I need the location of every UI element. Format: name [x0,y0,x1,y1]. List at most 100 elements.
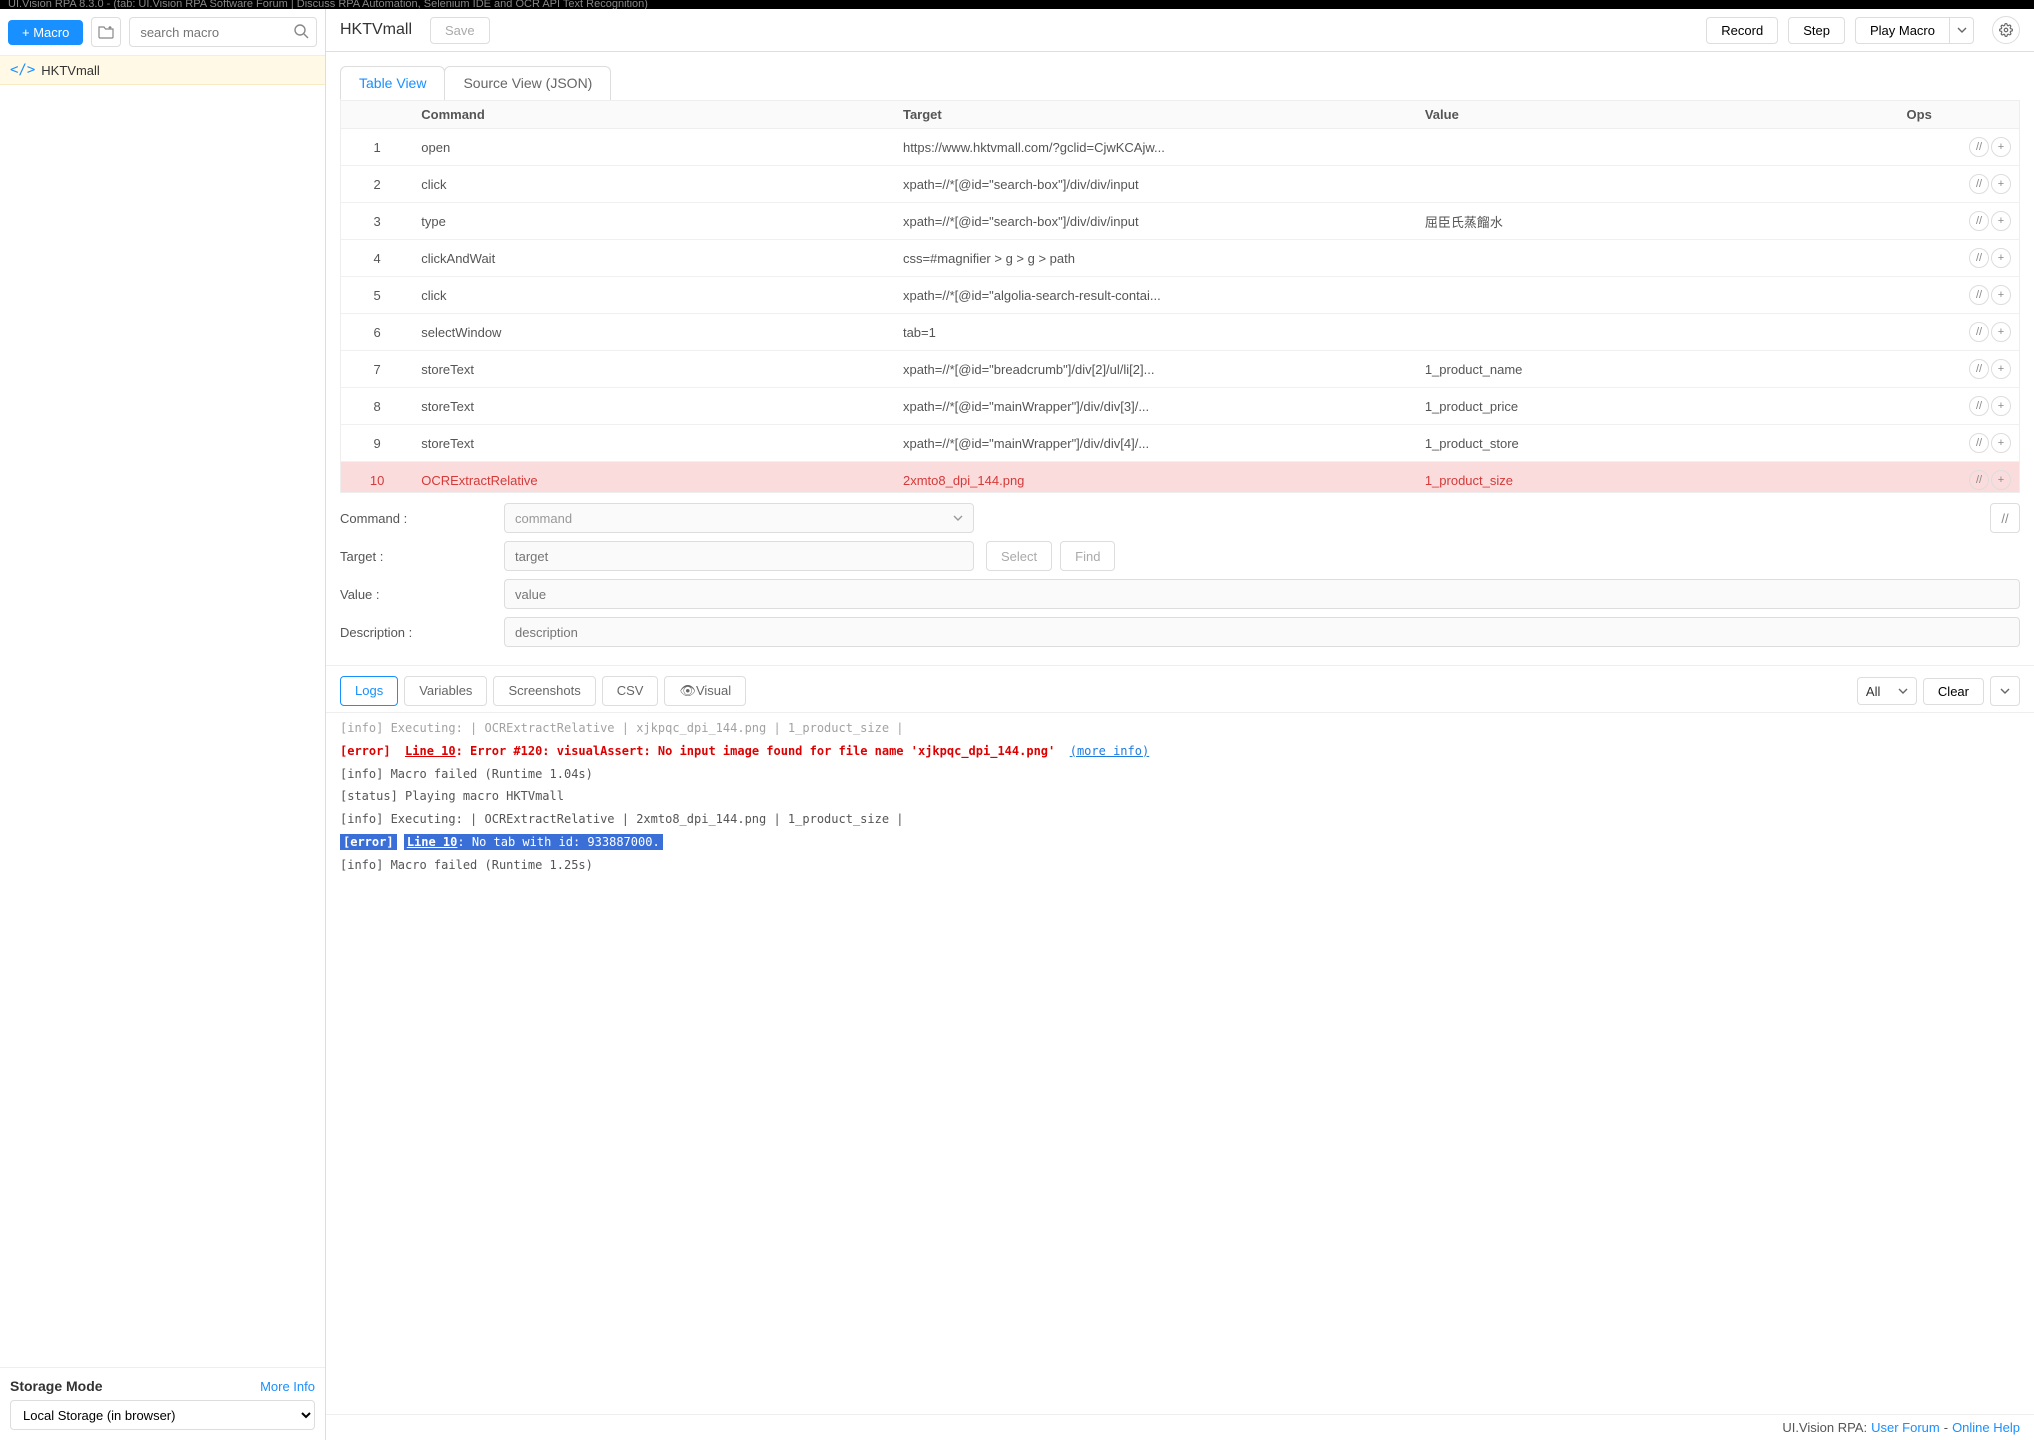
tab-variables[interactable]: Variables [404,676,487,706]
toggle-comment-button[interactable]: // [1969,396,1989,416]
tab-table-view[interactable]: Table View [340,66,445,100]
footer: UI.Vision RPA: User Forum - Online Help [326,1414,2034,1440]
record-button[interactable]: Record [1706,17,1778,44]
toggle-comment-button[interactable]: // [1969,248,1989,268]
add-row-button[interactable]: + [1991,285,2011,305]
tab-source-view[interactable]: Source View (JSON) [444,66,611,100]
row-ops: //+ [1899,129,2019,166]
log-filter-select[interactable]: All [1857,677,1917,705]
add-row-button[interactable]: + [1991,174,2011,194]
add-row-button[interactable]: + [1991,433,2011,453]
command-row[interactable]: 3typexpath=//*[@id="search-box"]/div/div… [341,203,2019,240]
col-ops: Ops [1899,101,2019,129]
row-target: xpath=//*[@id="algolia-search-result-con… [895,277,1417,314]
value-input[interactable] [504,579,2020,609]
more-info-link[interactable]: (more info) [1070,744,1149,758]
tab-csv[interactable]: CSV [602,676,659,706]
new-folder-button[interactable] [91,17,121,47]
log-line-error: [error] Line 10: No tab with id: 9338870… [340,831,2020,854]
select-target-button[interactable]: Select [986,541,1052,571]
command-row[interactable]: 6selectWindowtab=1//+ [341,314,2019,351]
row-ops: //+ [1899,314,2019,351]
command-row[interactable]: 10OCRExtractRelative2xmto8_dpi_144.png1_… [341,462,2019,494]
find-target-button[interactable]: Find [1060,541,1115,571]
toggle-comment-button[interactable]: // [1969,137,1989,157]
row-index: 7 [341,351,413,388]
row-target: xpath=//*[@id="mainWrapper"]/div/div[4]/… [895,425,1417,462]
play-dropdown[interactable] [1950,17,1974,44]
user-forum-link[interactable]: User Forum [1871,1420,1940,1435]
add-row-button[interactable]: + [1991,137,2011,157]
row-target: xpath=//*[@id="search-box"]/div/div/inpu… [895,203,1417,240]
command-row[interactable]: 9storeTextxpath=//*[@id="mainWrapper"]/d… [341,425,2019,462]
clear-logs-button[interactable]: Clear [1923,678,1984,705]
more-info-link[interactable]: More Info [260,1379,315,1394]
log-output: [info] Executing: | OCRExtractRelative |… [326,712,2034,1414]
row-value: 1_product_price [1417,388,1899,425]
command-row[interactable]: 1openhttps://www.hktvmall.com/?gclid=Cjw… [341,129,2019,166]
add-row-button[interactable]: + [1991,322,2011,342]
row-command: OCRExtractRelative [413,462,895,494]
row-ops: //+ [1899,351,2019,388]
chevron-down-icon [1957,27,1967,33]
row-index: 6 [341,314,413,351]
command-label: Command : [340,511,490,526]
row-value [1417,129,1899,166]
toggle-comment-button[interactable]: // [1969,322,1989,342]
new-macro-button[interactable]: + Macro [8,20,83,45]
command-select[interactable]: command [504,503,974,533]
command-row[interactable]: 8storeTextxpath=//*[@id="mainWrapper"]/d… [341,388,2019,425]
row-value: 1_product_name [1417,351,1899,388]
toggle-comment-button[interactable]: // [1969,433,1989,453]
add-row-button[interactable]: + [1991,396,2011,416]
description-input[interactable] [504,617,2020,647]
toggle-comment-button[interactable]: // [1969,174,1989,194]
row-value [1417,314,1899,351]
row-value [1417,277,1899,314]
commands-table: Command Target Value Ops 1openhttps://ww… [341,101,2019,493]
save-button[interactable]: Save [430,17,490,44]
command-row[interactable]: 2clickxpath=//*[@id="search-box"]/div/di… [341,166,2019,203]
toggle-comment-button[interactable]: // [1969,211,1989,231]
storage-mode-title: Storage Mode [10,1378,103,1394]
row-index: 2 [341,166,413,203]
tab-visual[interactable]: 👁Visual [664,676,746,706]
row-value: 1_product_size [1417,462,1899,494]
chevron-down-icon [2000,688,2010,694]
add-row-button[interactable]: + [1991,359,2011,379]
toggle-comment-button[interactable]: // [1990,503,2020,533]
toggle-comment-button[interactable]: // [1969,285,1989,305]
description-label: Description : [340,625,490,640]
log-line: [info] Executing: | OCRExtractRelative |… [340,808,2020,831]
row-command: click [413,277,895,314]
row-target: https://www.hktvmall.com/?gclid=CjwKCAjw… [895,129,1417,166]
target-input[interactable] [504,541,974,571]
settings-button[interactable] [1992,16,2020,44]
online-help-link[interactable]: Online Help [1952,1420,2020,1435]
toggle-comment-button[interactable]: // [1969,359,1989,379]
row-ops: //+ [1899,240,2019,277]
command-row[interactable]: 4clickAndWaitcss=#magnifier > g > g > pa… [341,240,2019,277]
play-macro-button[interactable]: Play Macro [1855,17,1950,44]
add-row-button[interactable]: + [1991,470,2011,490]
command-row[interactable]: 7storeTextxpath=//*[@id="breadcrumb"]/di… [341,351,2019,388]
log-more-button[interactable] [1990,676,2020,706]
row-index: 10 [341,462,413,494]
add-row-button[interactable]: + [1991,248,2011,268]
macro-search-input[interactable] [129,17,317,47]
tab-screenshots[interactable]: Screenshots [493,676,595,706]
log-line: [info] Macro failed (Runtime 1.25s) [340,854,2020,877]
row-ops: //+ [1899,388,2019,425]
chevron-down-icon [953,515,963,521]
row-value: 屈臣氏蒸餾水 [1417,203,1899,240]
storage-mode-select[interactable]: Local Storage (in browser) [10,1400,315,1430]
add-row-button[interactable]: + [1991,211,2011,231]
row-command: storeText [413,425,895,462]
row-command: open [413,129,895,166]
step-button[interactable]: Step [1788,17,1845,44]
row-ops: //+ [1899,425,2019,462]
toggle-comment-button[interactable]: // [1969,470,1989,490]
macro-tree-item[interactable]: </> HKTVmall [0,56,325,85]
command-row[interactable]: 5clickxpath=//*[@id="algolia-search-resu… [341,277,2019,314]
tab-logs[interactable]: Logs [340,676,398,706]
